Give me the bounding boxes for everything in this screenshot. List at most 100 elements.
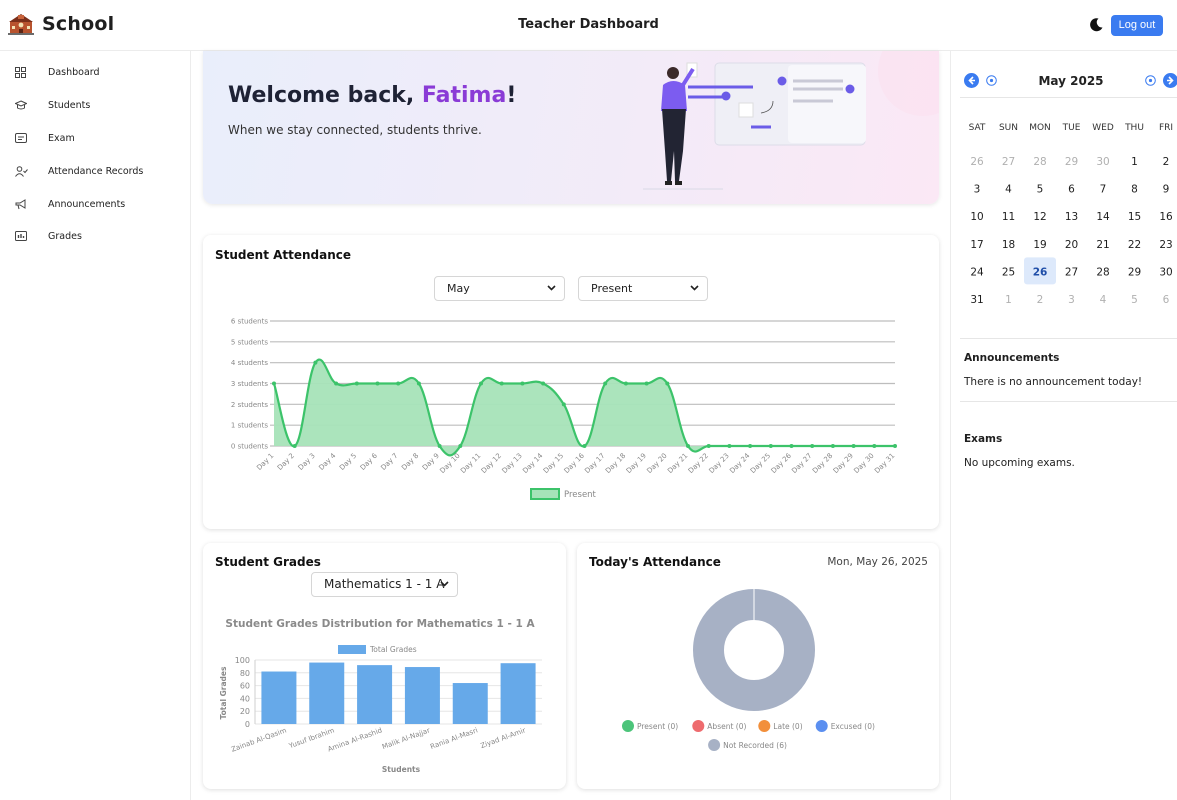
announcements-title: Announcements <box>964 352 1060 364</box>
data-point <box>810 444 815 448</box>
announcements-text: There is no announcement today! <box>964 376 1143 388</box>
sidebar-item-attendance-records[interactable]: Attendance Records <box>0 160 190 182</box>
calendar-day[interactable]: 19 <box>1033 239 1046 251</box>
calendar-day[interactable]: 12 <box>1033 211 1046 223</box>
sidebar-item-students[interactable]: Students <box>0 94 190 116</box>
welcome-greeting: Welcome back, <box>228 83 422 108</box>
x-tick-label: Day 14 <box>521 451 545 475</box>
x-tick-label: Day 13 <box>501 452 524 475</box>
data-point <box>830 444 835 448</box>
calendar-day[interactable]: 6 <box>1163 294 1170 306</box>
calendar-day[interactable]: 27 <box>1002 156 1015 168</box>
calendar-day[interactable]: 1 <box>1005 294 1012 306</box>
x-tick-label: Day 7 <box>379 452 399 472</box>
calendar-day[interactable]: 24 <box>970 266 984 278</box>
x-tick-label: Day 2 <box>276 452 296 472</box>
x-tick-label: Day 23 <box>708 452 731 475</box>
calendar-day[interactable]: 4 <box>1005 184 1012 196</box>
calendar-day[interactable]: 26 <box>970 156 984 168</box>
calendar-day[interactable]: 29 <box>1128 266 1141 278</box>
sidebar-item-label: Dashboard <box>48 66 100 78</box>
calendar-day[interactable]: 27 <box>1065 266 1078 278</box>
calendar-day[interactable]: 7 <box>1100 184 1107 196</box>
graduation-cap-icon <box>15 99 27 109</box>
dark-mode-moon-icon[interactable] <box>1088 17 1104 33</box>
calendar-day[interactable]: 22 <box>1128 239 1141 251</box>
calendar-day[interactable]: 20 <box>1065 239 1078 251</box>
data-point <box>768 444 773 448</box>
sidebar-item-label: Announcements <box>48 198 126 210</box>
attendance-donut-chart: Present (0) Absent (0) Late (0) Excused (0)… <box>622 589 875 751</box>
calendar-day[interactable]: 17 <box>970 239 983 251</box>
data-point <box>789 444 794 448</box>
calendar-day[interactable]: 14 <box>1096 211 1110 223</box>
calendar-grid: SAT SUN MON TUE WED THU FRI26 27 28 29 30 1 23 4 5 6 7 8 9… <box>969 123 1173 306</box>
sidebar-item-dashboard[interactable]: Dashboard <box>0 61 190 83</box>
calendar-day[interactable]: 25 <box>1002 266 1015 278</box>
calendar-day[interactable]: 4 <box>1100 294 1107 306</box>
next-year-button[interactable] <box>1163 73 1177 88</box>
grade-bar <box>309 662 345 724</box>
calendar-day[interactable]: 5 <box>1037 184 1044 196</box>
x-tick-label: Day 4 <box>317 451 338 472</box>
legend-label: Excused (0) <box>831 722 875 731</box>
logout-button[interactable]: Log out <box>1111 15 1163 36</box>
data-point <box>541 381 546 386</box>
next-month-button[interactable] <box>1145 75 1156 86</box>
sidebar-item-grades[interactable]: Grades <box>0 225 190 247</box>
welcome-exclaim: ! <box>506 83 517 108</box>
calendar-day[interactable]: 28 <box>1096 266 1109 278</box>
y-tick-label: 80 <box>240 669 250 678</box>
legend-swatch <box>708 739 721 751</box>
calendar-day[interactable]: 16 <box>1159 211 1173 223</box>
y-tick-label: 40 <box>240 694 250 703</box>
x-tick-label: Ziyad Al-Amir <box>479 726 526 750</box>
data-point <box>479 381 483 386</box>
calendar-day[interactable]: 30 <box>1096 156 1109 168</box>
welcome-banner: Welcome back, Fatima! When we stay conne… <box>203 51 939 204</box>
data-point <box>292 444 297 448</box>
calendar-day[interactable]: 31 <box>970 294 983 306</box>
sidebar-item-label: Students <box>48 99 91 111</box>
divider <box>960 401 1177 402</box>
calendar-day[interactable]: 2 <box>1163 156 1170 168</box>
calendar-day[interactable]: 6 <box>1068 184 1075 196</box>
welcome-heading: Welcome back, Fatima! <box>228 83 516 108</box>
calendar-day[interactable]: 5 <box>1131 294 1138 306</box>
calendar-day[interactable]: 26 <box>1033 266 1048 278</box>
calendar-day[interactable]: 9 <box>1163 184 1170 196</box>
legend-swatch <box>530 488 560 500</box>
calendar-day[interactable]: 23 <box>1159 239 1172 251</box>
calendar-day[interactable]: 10 <box>970 211 983 223</box>
sidebar-item-exam[interactable]: Exam <box>0 127 190 149</box>
calendar-day[interactable]: 2 <box>1037 294 1044 306</box>
calendar-day[interactable]: 1 <box>1131 156 1138 168</box>
data-point <box>437 444 442 448</box>
calendar-day[interactable]: 18 <box>1002 239 1015 251</box>
x-tick-label: Day 31 <box>873 452 896 475</box>
legend-label: Late (0) <box>773 722 802 731</box>
calendar-day[interactable]: 28 <box>1033 156 1046 168</box>
calendar-day[interactable]: 3 <box>974 184 981 196</box>
legend-label: Absent (0) <box>707 722 746 731</box>
calendar-day[interactable]: 30 <box>1159 266 1172 278</box>
attendance-area-chart: 0 students 1 students 2 students 3 students… <box>231 318 897 500</box>
calendar-day[interactable]: 15 <box>1128 211 1141 223</box>
legend-label: Present (0) <box>637 722 678 731</box>
x-tick-label: Day 21 <box>666 452 689 475</box>
teacher-name: Fatima <box>421 83 507 108</box>
calendar-day[interactable]: 13 <box>1065 211 1078 223</box>
calendar-day[interactable]: 21 <box>1096 239 1109 251</box>
weekday-label: MON <box>1029 123 1051 133</box>
calendar-day[interactable]: 11 <box>1002 211 1015 223</box>
sidebar-item-announcements[interactable]: Announcements <box>0 193 190 215</box>
calendar-day[interactable]: 8 <box>1131 184 1138 196</box>
calendar-day[interactable]: 29 <box>1065 156 1078 168</box>
x-tick-label: Zainab Al-Qasim <box>230 726 288 753</box>
sidebar: Dashboard Students Exam Attendance Recor… <box>0 51 191 800</box>
weekday-label: TUE <box>1062 123 1081 133</box>
y-tick-label: 100 <box>235 656 250 665</box>
data-point <box>706 444 711 448</box>
calendar-day[interactable]: 3 <box>1068 294 1075 306</box>
legend-swatch <box>622 720 634 732</box>
